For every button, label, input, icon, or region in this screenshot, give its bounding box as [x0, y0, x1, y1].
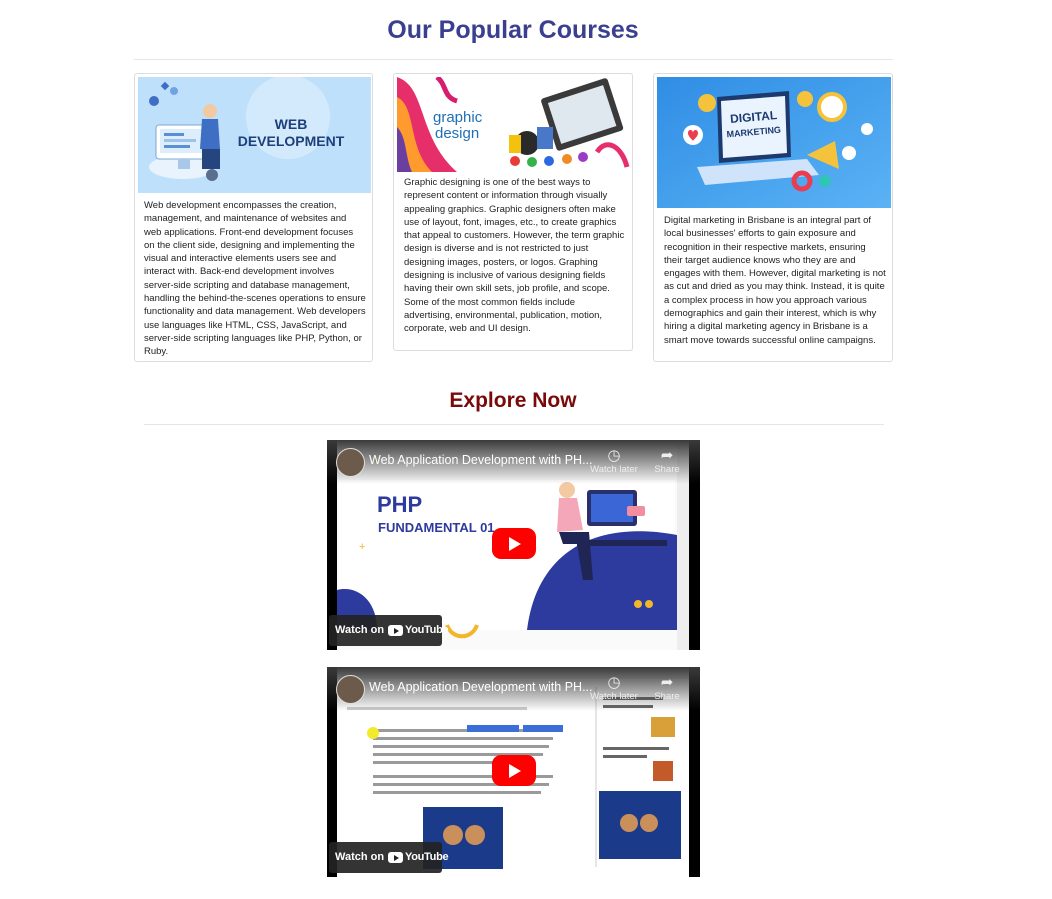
youtube-logo-icon — [388, 852, 403, 863]
course-description: Web development encompasses the creation… — [144, 200, 366, 358]
play-icon — [509, 537, 521, 551]
clock-icon: ◷ — [607, 674, 621, 691]
card-image-text-line2: DEVELOPMENT — [238, 133, 345, 149]
youtube-logo-icon — [388, 625, 403, 636]
course-card-digital-marketing[interactable]: DIGITAL MARKETING Digital marketing in B… — [653, 73, 893, 362]
watch-on-label: Watch on — [335, 851, 385, 863]
divider — [134, 59, 893, 60]
watch-later-label: Watch later — [590, 464, 638, 475]
graphic-design-image: graphic design — [397, 77, 631, 172]
channel-avatar[interactable] — [336, 675, 365, 704]
share-label: Share — [654, 691, 680, 702]
course-card-graphic-design[interactable]: graphic design Graphic designing is one … — [393, 73, 633, 351]
watch-later-button[interactable]: ◷ Watch later — [589, 674, 639, 703]
watch-on-youtube-button[interactable]: Watch on YouTube — [329, 842, 449, 873]
share-icon: ➦ — [660, 674, 674, 691]
course-description: Digital marketing in Brisbane is an inte… — [664, 215, 886, 346]
popular-courses-heading: Our Popular Courses — [387, 16, 639, 44]
share-button[interactable]: ➦ Share — [652, 447, 682, 476]
play-button[interactable] — [492, 528, 536, 559]
youtube-video-embed[interactable]: Web Application Development with PH... ◷… — [327, 667, 700, 877]
video-title-link[interactable]: Web Application Development with PH... — [369, 453, 593, 467]
share-icon: ➦ — [660, 447, 674, 464]
slide-subtitle: FUNDAMENTAL 01 — [378, 520, 495, 535]
watch-on-youtube-button[interactable]: Watch on YouTube — [329, 615, 449, 646]
play-icon — [509, 764, 521, 778]
slide-title: PHP — [377, 492, 422, 517]
watch-later-button[interactable]: ◷ Watch later — [589, 447, 639, 476]
web-development-image: WEB DEVELOPMENT — [138, 77, 371, 193]
watch-later-label: Watch later — [590, 691, 638, 702]
share-button[interactable]: ➦ Share — [652, 674, 682, 703]
share-label: Share — [654, 464, 680, 475]
course-card-web-development[interactable]: WEB DEVELOPMENT Web development encompas… — [134, 73, 373, 362]
card-image-text-line1: graphic — [433, 109, 483, 126]
youtube-video-embed[interactable]: + + PHP FUNDAMENTAL 01 Web Application D… — [327, 440, 700, 650]
card-image-text-line1: WEB — [275, 116, 308, 132]
divider — [144, 424, 884, 425]
course-description: Graphic designing is one of the best way… — [404, 177, 625, 335]
explore-now-heading: Explore Now — [449, 389, 577, 412]
video-title-link[interactable]: Web Application Development with PH... — [369, 680, 593, 694]
digital-marketing-image: DIGITAL MARKETING — [657, 77, 891, 208]
play-button[interactable] — [492, 755, 536, 786]
youtube-wordmark: YouTube — [405, 624, 449, 636]
youtube-wordmark: YouTube — [405, 851, 449, 863]
svg-text:+: + — [359, 541, 365, 553]
channel-avatar[interactable] — [336, 448, 365, 477]
clock-icon: ◷ — [607, 447, 621, 464]
watch-on-label: Watch on — [335, 624, 385, 636]
card-image-text-line2: design — [435, 125, 479, 142]
